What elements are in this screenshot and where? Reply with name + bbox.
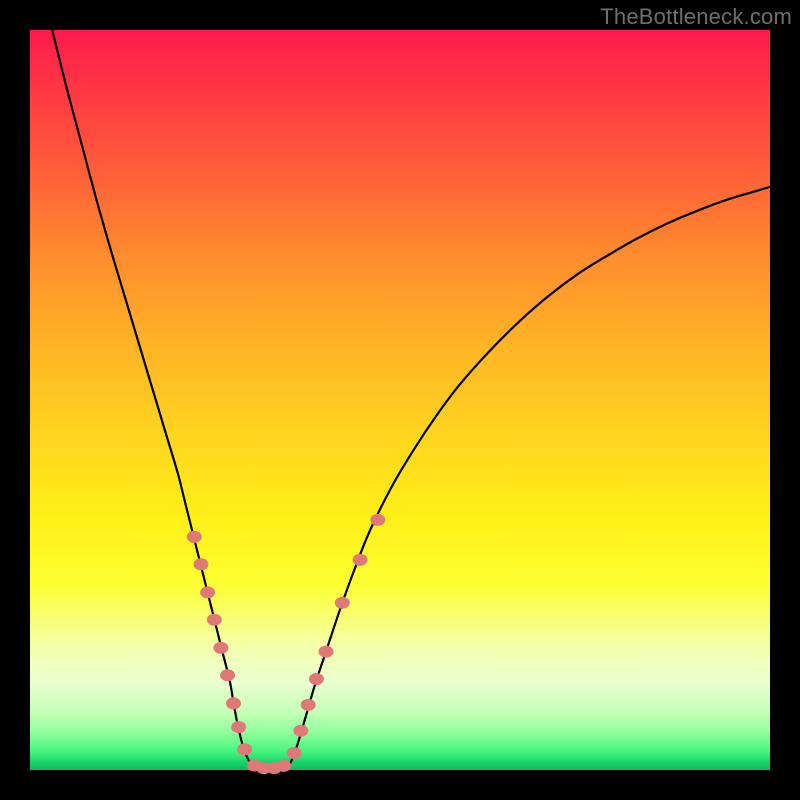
- curve-left: [52, 30, 252, 766]
- data-dot: [207, 614, 222, 626]
- data-dot: [353, 554, 368, 566]
- chart-frame: TheBottleneck.com: [0, 0, 800, 800]
- data-dot: [226, 697, 241, 709]
- data-dot: [293, 725, 308, 737]
- data-dot: [309, 673, 324, 685]
- data-dot: [287, 747, 302, 759]
- curve-layer: [30, 30, 770, 770]
- data-dot: [200, 586, 215, 598]
- data-dot: [276, 760, 291, 772]
- data-dot: [237, 743, 252, 755]
- data-dot: [187, 531, 202, 543]
- data-dot: [220, 669, 235, 681]
- data-dot: [231, 721, 246, 733]
- curve-right: [289, 187, 770, 766]
- data-dot: [335, 597, 350, 609]
- plot-area: [30, 30, 770, 770]
- data-dot: [319, 646, 334, 658]
- data-dot: [301, 699, 316, 711]
- data-dot: [213, 642, 228, 654]
- data-dots: [187, 514, 386, 774]
- data-dot: [193, 558, 208, 570]
- watermark-text: TheBottleneck.com: [600, 4, 792, 30]
- data-dot: [370, 514, 385, 526]
